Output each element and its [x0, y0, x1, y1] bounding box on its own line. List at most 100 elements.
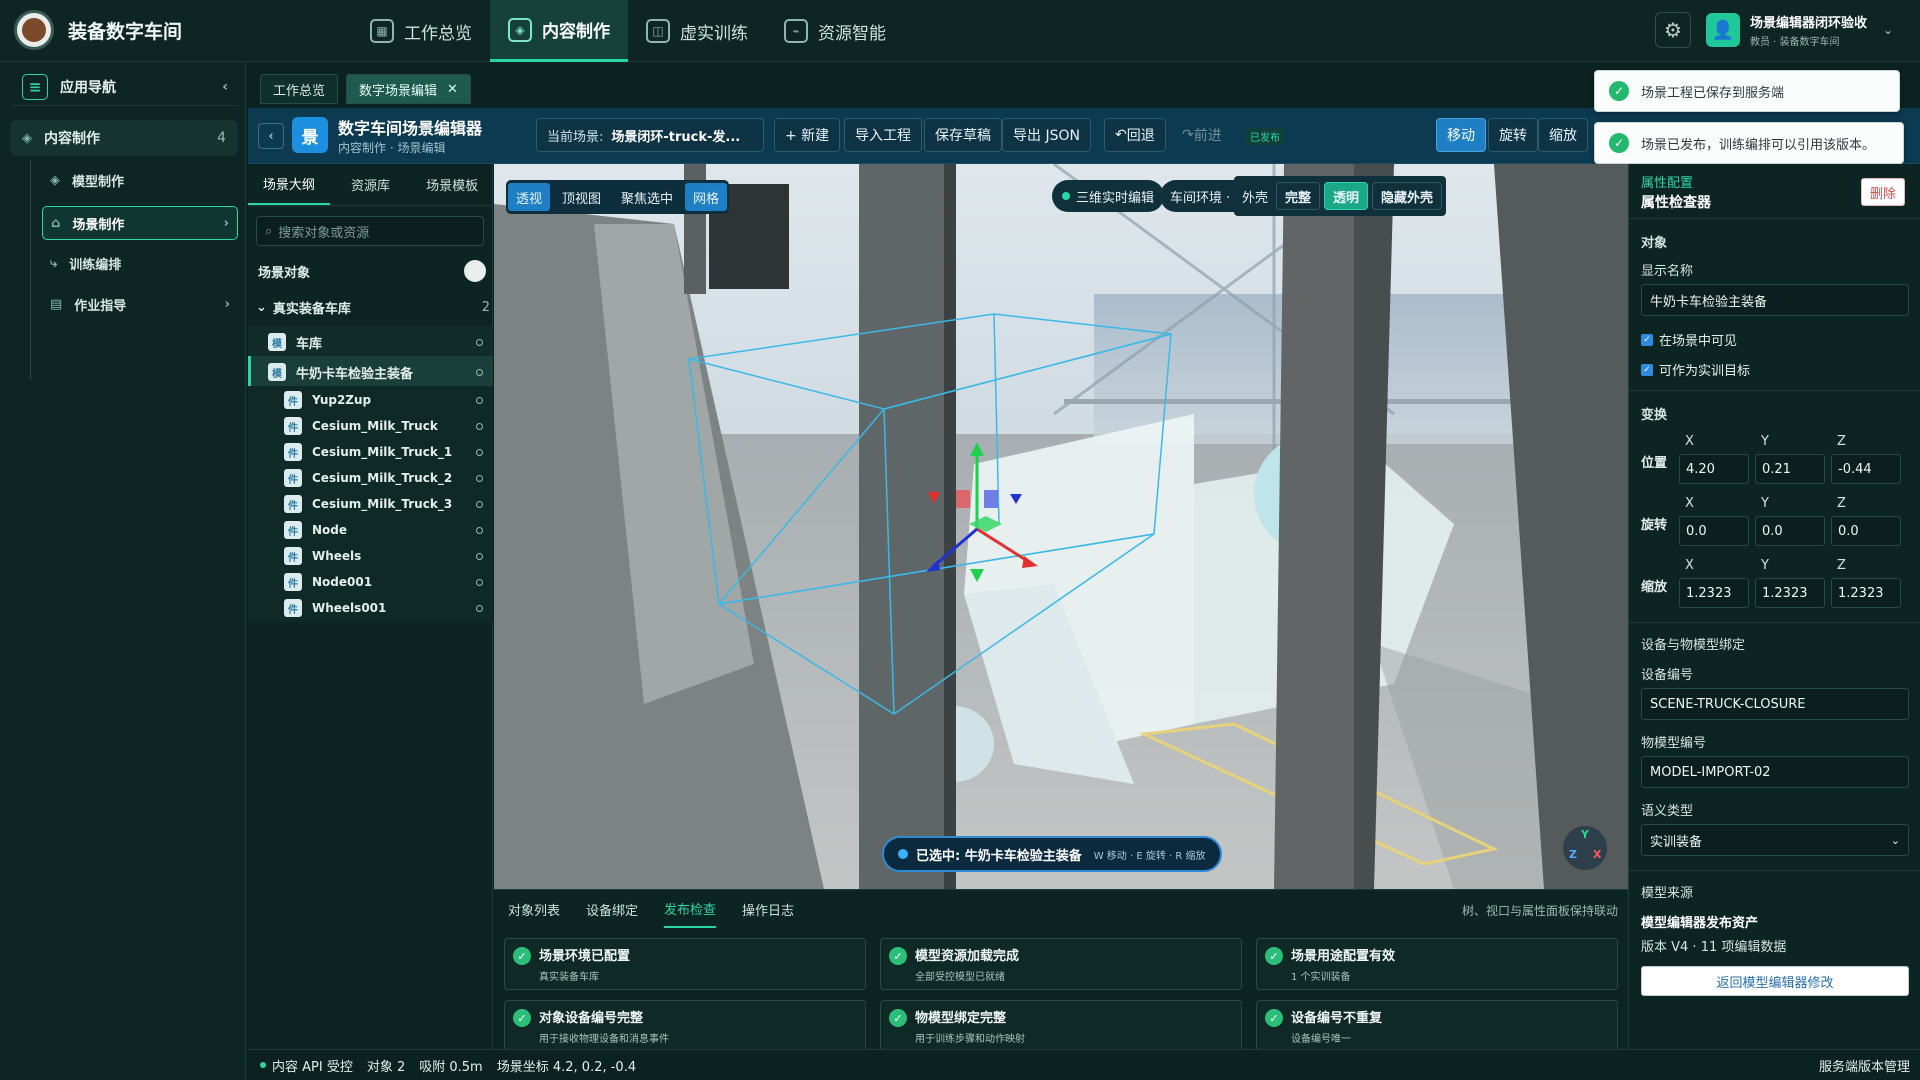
tree-node[interactable]: 件 Cesium_Milk_Truck_2: [248, 464, 493, 492]
visibility-icon[interactable]: [476, 552, 483, 560]
visibility-icon[interactable]: [476, 338, 483, 346]
rotation-y-field[interactable]: 0.0: [1755, 516, 1825, 546]
scale-tool-button[interactable]: 缩放: [1538, 118, 1588, 152]
return-to-model-editor-button[interactable]: 返回模型编辑器修改: [1641, 966, 1909, 996]
sidebar-item-training[interactable]: ⤷ 训练编排: [42, 246, 238, 280]
visibility-icon[interactable]: [476, 526, 483, 534]
delete-button[interactable]: 删除: [1861, 178, 1905, 206]
perspective-button[interactable]: 透视: [508, 183, 551, 211]
gear-icon[interactable]: ⚙: [1655, 12, 1691, 48]
visibility-icon[interactable]: [476, 422, 483, 430]
scale-z-field[interactable]: 1.2323: [1831, 578, 1901, 608]
node-label: Node001: [312, 575, 373, 589]
visibility-icon[interactable]: [476, 604, 483, 612]
search-input[interactable]: ⌕ 搜索对象或资源: [256, 216, 484, 246]
visibility-icon[interactable]: [476, 474, 483, 482]
tab-operation-log[interactable]: 操作日志: [742, 890, 794, 928]
rotation-x-field[interactable]: 0.0: [1679, 516, 1749, 546]
visibility-icon[interactable]: [476, 500, 483, 508]
display-name-field[interactable]: 牛奶卡车检验主装备: [1641, 284, 1909, 316]
sidebar-item-model[interactable]: ◈ 模型制作: [42, 163, 238, 197]
source-version: 版本 V4 · 11 项编辑数据: [1641, 940, 1787, 955]
scene-selector[interactable]: 当前场景: 场景闭环-truck-发...: [536, 118, 764, 152]
scale-y-field[interactable]: 1.2323: [1755, 578, 1825, 608]
tab-outline[interactable]: 场景大纲: [248, 164, 330, 205]
semantic-type-select[interactable]: 实训装备 ⌄: [1641, 824, 1909, 856]
tree-node[interactable]: 模车库: [248, 326, 493, 358]
axis-gizmo[interactable]: Y Z X: [1563, 826, 1607, 870]
tab-overview[interactable]: 工作总览: [260, 74, 339, 104]
3d-viewport[interactable]: 透视 顶视图 聚焦选中 网格 三维实时编辑 车间环境 · 正 外壳 完整 透明 …: [494, 164, 1628, 889]
selection-status: 已选中: 牛奶卡车检验主装备 W 移动 · E 旋转 · R 缩放: [882, 836, 1222, 872]
rotation-z-field[interactable]: 0.0: [1831, 516, 1901, 546]
nav-resource[interactable]: ⌁ 资源智能: [766, 0, 904, 62]
visible-checkbox[interactable]: ✓ 在场景中可见: [1641, 330, 1737, 349]
nav-overview[interactable]: ▦ 工作总览: [352, 0, 490, 62]
hide-shell-button[interactable]: 隐藏外壳: [1372, 182, 1443, 210]
visibility-icon[interactable]: [476, 448, 483, 456]
shell-full-button[interactable]: 完整: [1276, 182, 1321, 210]
export-json-button[interactable]: 导出 JSON: [1002, 118, 1091, 152]
model-id-field[interactable]: MODEL-IMPORT-02: [1641, 756, 1909, 788]
tab-label: 数字场景编辑: [359, 83, 438, 99]
sync-note: 树、视口与属性面板保持联动: [1461, 904, 1618, 918]
visibility-icon[interactable]: [476, 578, 483, 586]
top-view-button[interactable]: 顶视图: [554, 183, 609, 211]
tree-node[interactable]: 模牛奶卡车检验主装备: [248, 356, 493, 388]
collapse-icon[interactable]: ‹: [222, 79, 228, 95]
tab-resources[interactable]: 资源库: [330, 164, 412, 205]
toggle-switch[interactable]: [464, 260, 486, 282]
tree-node[interactable]: 件 Node001: [248, 568, 493, 596]
tree-group[interactable]: ⌄ 真实装备车库 2: [256, 294, 490, 320]
tab-object-list[interactable]: 对象列表: [508, 890, 560, 928]
selected-label: 已选中: 牛奶卡车检验主装备: [916, 848, 1082, 864]
redo-label: 前进: [1193, 128, 1222, 144]
tree-node[interactable]: 件 Cesium_Milk_Truck_1: [248, 438, 493, 466]
shell-transparent-button[interactable]: 透明: [1324, 182, 1369, 210]
new-button[interactable]: + 新建: [774, 118, 841, 152]
tree-node[interactable]: 件 Yup2Zup: [248, 386, 493, 414]
position-y-field[interactable]: 0.21: [1755, 454, 1825, 484]
sidebar-title: 应用导航: [60, 79, 116, 96]
tab-device-binding[interactable]: 设备绑定: [586, 890, 638, 928]
position-x-field[interactable]: 4.20: [1679, 454, 1749, 484]
group-label: 内容制作: [44, 131, 100, 147]
tree-node[interactable]: 件 Cesium_Milk_Truck_3: [248, 490, 493, 518]
tree-node[interactable]: 件 Cesium_Milk_Truck: [248, 412, 493, 440]
undo-label: 回退: [1126, 128, 1155, 144]
menu-icon[interactable]: ≡: [22, 73, 48, 100]
api-status: 内容 API 受控: [272, 1059, 353, 1075]
tree-node[interactable]: 件 Node: [248, 516, 493, 544]
sidebar-item-guide[interactable]: ▤ 作业指导 ›: [42, 287, 238, 321]
sidebar-item-scene[interactable]: ⌂ 场景制作 ›: [42, 206, 238, 240]
rotate-tool-button[interactable]: 旋转: [1488, 118, 1538, 152]
card-desc: 真实装备车库: [539, 972, 599, 983]
scale-x-field[interactable]: 1.2323: [1679, 578, 1749, 608]
tree-node[interactable]: 件 Wheels001: [248, 594, 493, 622]
tree-node[interactable]: 件 Wheels: [248, 542, 493, 570]
undo-button[interactable]: ↶ 回退: [1104, 118, 1166, 152]
visibility-icon[interactable]: [476, 368, 483, 376]
grid-toggle-button[interactable]: 网格: [685, 183, 728, 211]
device-id-field[interactable]: SCENE-TRUCK-CLOSURE: [1641, 688, 1909, 720]
focus-selected-button[interactable]: 聚焦选中: [613, 183, 681, 211]
position-z-field[interactable]: -0.44: [1831, 454, 1901, 484]
redo-button[interactable]: ↷ 前进: [1172, 118, 1232, 152]
tab-templates[interactable]: 场景模板: [411, 164, 493, 205]
back-button[interactable]: ‹: [258, 123, 284, 149]
tab-publish-check[interactable]: 发布检查: [664, 890, 717, 928]
nav-training[interactable]: ◫ 虚实训练: [628, 0, 766, 62]
nav-content[interactable]: ◈ 内容制作: [490, 0, 628, 62]
save-draft-button[interactable]: 保存草稿: [924, 118, 1002, 152]
move-tool-button[interactable]: 移动: [1436, 118, 1486, 152]
version-manage-link[interactable]: 服务端版本管理: [1819, 1056, 1910, 1075]
part-badge-icon: 件: [284, 521, 302, 539]
target-checkbox[interactable]: ✓ 可作为实训目标: [1641, 360, 1750, 379]
import-button[interactable]: 导入工程: [844, 118, 922, 152]
close-icon[interactable]: ✕: [447, 82, 458, 97]
user-menu[interactable]: 👤 场景编辑器闭环验收 教员 · 装备数字车间 ⌄: [1706, 12, 1893, 48]
tab-scene-editor[interactable]: 数字场景编辑 ✕: [346, 74, 471, 104]
visibility-icon[interactable]: [476, 396, 483, 404]
card-title: 对象设备编号完整: [539, 1011, 644, 1026]
sidebar-group-content[interactable]: ◈ 内容制作 4: [10, 120, 238, 156]
